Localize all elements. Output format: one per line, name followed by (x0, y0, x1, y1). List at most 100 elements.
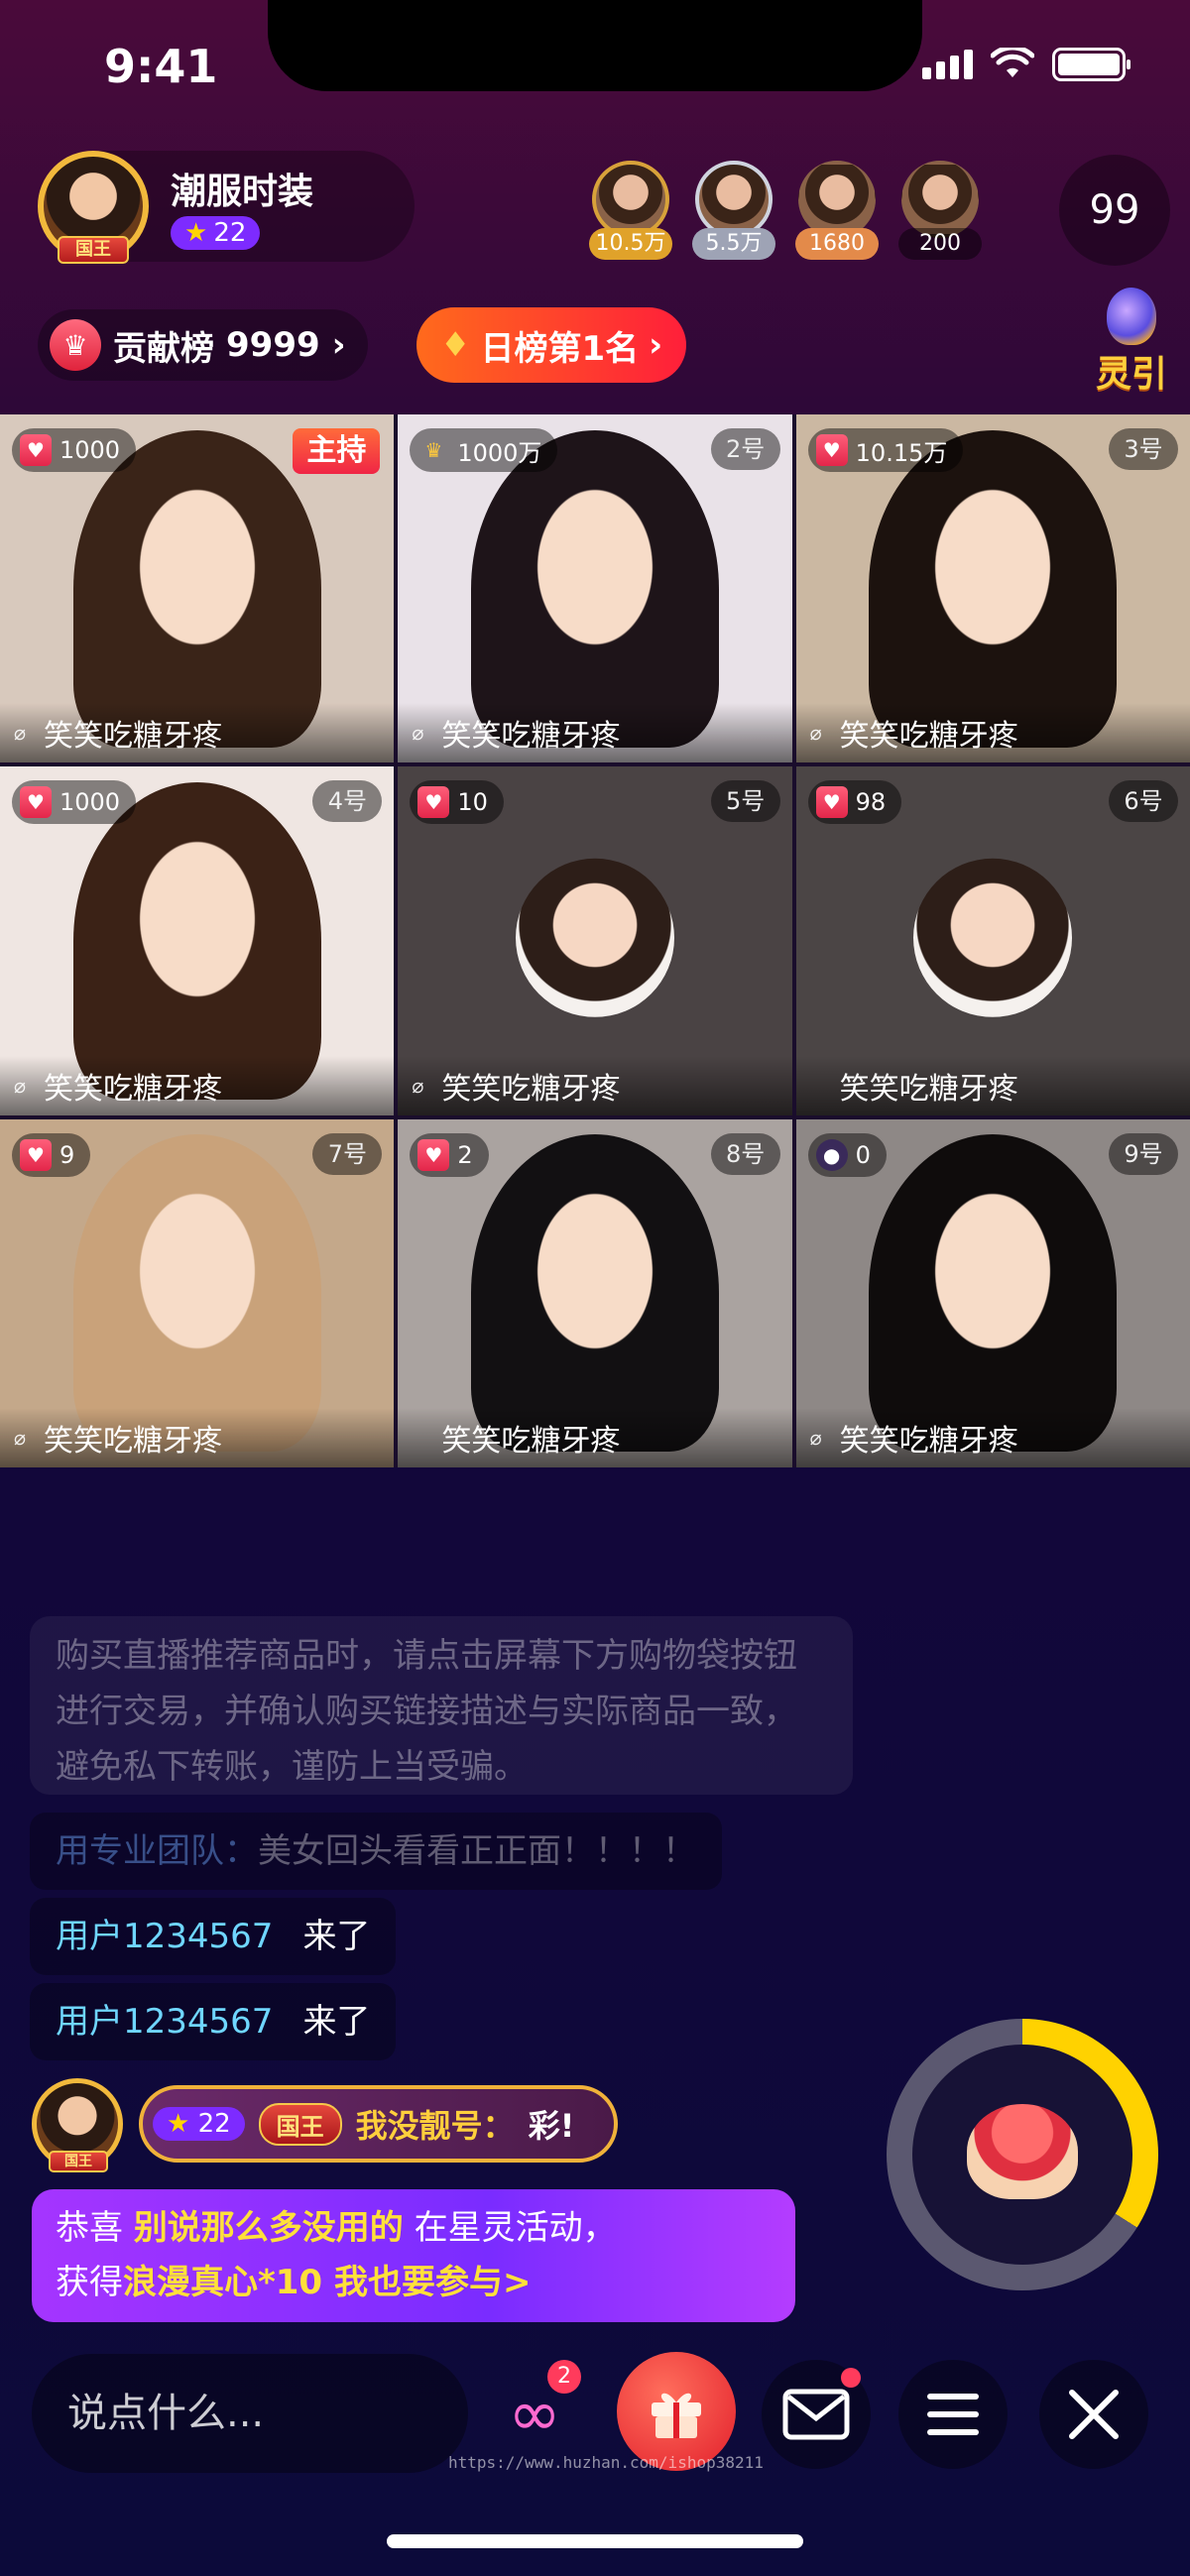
vip-avatar[interactable]: 国王 (32, 2078, 123, 2172)
chat-sender: 用户1234567 (56, 2002, 274, 2042)
seat-user-name: 笑笑吃糖牙疼 (441, 1424, 621, 1459)
lingyin-label: 灵引 (1095, 354, 1167, 395)
device-notch (268, 0, 922, 91)
chat-sender: 用户1234567 (56, 1917, 274, 1956)
congrats-line2-prefix: 获得 (56, 2263, 123, 2302)
seat-gift-value: 1000 (60, 788, 121, 817)
congrats-line-2: 获得浪漫真心*10 我也要参与> (56, 2256, 772, 2310)
star-icon: ★ (184, 218, 208, 248)
message-button[interactable] (762, 2360, 871, 2469)
chevron-right-icon: › (649, 325, 663, 365)
chat-notice: 购买直播推荐商品时，请点击屏幕下方购物袋按钮进行交易，并确认购买链接描述与实际商… (30, 1616, 853, 1795)
daily-rank-button[interactable]: ♦ 日榜第1名 › (416, 307, 687, 383)
host-name: 潮服时装 (171, 172, 314, 212)
seat-name-bar: ⌀ 笑笑吃糖牙疼 (0, 1408, 395, 1467)
seat-user-name: 笑笑吃糖牙疼 (44, 1071, 222, 1107)
host-card[interactable]: 国王 潮服时装 ★ 22 (38, 151, 415, 264)
seat-gift-count: ♥ 10 (410, 780, 504, 825)
seat-name-bar: ⌀ 笑笑吃糖牙疼 (398, 703, 792, 763)
mic-seat[interactable]: ♥ 1000 4号 ⌀ 笑笑吃糖牙疼 (0, 766, 395, 1115)
mic-seat[interactable]: ● 0 9号 ⌀ 笑笑吃糖牙疼 (795, 1118, 1190, 1467)
gift-icon (652, 2393, 701, 2438)
seat-gift-count: ♥ 1000 (12, 780, 137, 825)
link-badge: 2 (547, 2360, 581, 2394)
mic-seat[interactable]: ♥ 2 8号 笑笑吃糖牙疼 (398, 1118, 792, 1467)
vip-message[interactable]: 国王 ★ 22 国王 我没靓号： 彩! (32, 2078, 619, 2172)
seat-face (107, 1173, 287, 1392)
gift-icon: ♥ (20, 1138, 52, 1171)
mic-seat[interactable]: ♥ 10 5号 ⌀ 笑笑吃糖牙疼 (398, 766, 792, 1115)
host-title-badge: 国王 (58, 236, 129, 264)
contribution-rank-button[interactable]: ♛ 贡献榜 9999 › (38, 309, 368, 381)
close-icon (1069, 2390, 1119, 2439)
lucky-draw-progress[interactable] (887, 2019, 1158, 2290)
mic-muted-icon: ⌀ (412, 721, 424, 746)
chat-message[interactable]: 用专业团队：美女回头看看正正面！！！！ (30, 1813, 722, 1890)
mic-muted-icon: ⌀ (14, 721, 27, 746)
seat-face (903, 1173, 1083, 1392)
seat-number: 7号 (312, 1132, 383, 1175)
congrats-prefix: 恭喜 (56, 2208, 134, 2248)
viewer-avatar[interactable]: 10.5万 (585, 161, 676, 260)
mic-seat[interactable]: ♥ 10.15万 3号 ⌀ 笑笑吃糖牙疼 (795, 414, 1190, 763)
vip-king-badge: 国王 (258, 2102, 342, 2146)
chat-join-message[interactable]: 用户1234567 来了 (30, 1983, 397, 2060)
chat-join-message[interactable]: 用户1234567 来了 (30, 1898, 397, 1975)
flame-icon: ♦ (440, 325, 471, 365)
seat-gift-count: ♛ 1000万 (410, 428, 558, 472)
congrats-mid: 在星灵活动， (403, 2208, 617, 2248)
mic-muted-icon: ⌀ (14, 1426, 27, 1450)
seat-user-name: 笑笑吃糖牙疼 (441, 1071, 621, 1107)
seat-name-bar: 笑笑吃糖牙疼 (795, 1055, 1190, 1115)
top-viewers: 10.5万 5.5万 1680 200 (585, 161, 986, 260)
menu-icon (927, 2394, 979, 2435)
contribution-label: 贡献榜 (113, 328, 214, 369)
seat-gift-count: ♥ 2 (410, 1132, 489, 1177)
seat-face (505, 468, 684, 687)
seat-user-name: 笑笑吃糖牙疼 (839, 1424, 1018, 1459)
congrats-cta[interactable]: 我也要参与> (322, 2263, 532, 2302)
viewer-count-button[interactable]: 99 (1059, 155, 1170, 266)
mic-seat[interactable]: ♥ 98 6号 笑笑吃糖牙疼 (795, 766, 1190, 1115)
viewer-face (592, 161, 669, 238)
mic-muted-icon: ⌀ (412, 1073, 424, 1098)
chat-text: 来了 (302, 2002, 371, 2042)
vip-level: 22 (197, 2109, 231, 2139)
congrats-banner[interactable]: 恭喜 别说那么多没用的 在星灵活动， 获得浪漫真心*10 我也要参与> (32, 2189, 795, 2322)
seat-gift-value: 1000 (60, 436, 121, 464)
seat-face (107, 468, 287, 687)
home-indicator[interactable] (387, 2534, 803, 2548)
mic-seat[interactable]: ♥ 9 7号 ⌀ 笑笑吃糖牙疼 (0, 1118, 395, 1467)
congrats-line-1: 恭喜 别说那么多没用的 在星灵活动， (56, 2201, 772, 2256)
viewer-avatar[interactable]: 1680 (791, 161, 883, 260)
viewer-face (695, 161, 773, 238)
seat-grid: ♥ 1000 主持 ⌀ 笑笑吃糖牙疼 ♛ 1000万 2号 ⌀ 笑笑吃糖牙疼 ♥ 10.15万 3号 ⌀ 笑… (0, 414, 1190, 1467)
seat-name-bar: ⌀ 笑笑吃糖牙疼 (398, 1055, 792, 1115)
viewer-avatar[interactable]: 200 (894, 161, 986, 260)
gift-icon: ♥ (20, 786, 52, 819)
star-icon: ★ (167, 2109, 190, 2139)
crown-icon: ♛ (50, 319, 101, 371)
mic-muted-icon: ⌀ (809, 721, 822, 746)
mascot-icon (967, 2104, 1078, 2199)
status-icons (922, 48, 1130, 81)
gift-icon: ♥ (815, 434, 848, 466)
vip-level-badge: ★ 22 (153, 2107, 245, 2141)
close-button[interactable] (1039, 2360, 1148, 2469)
seat-face (903, 468, 1083, 687)
seat-user-name: 笑笑吃糖牙疼 (441, 719, 621, 755)
lingyin-entry[interactable]: 灵引 (1087, 288, 1176, 397)
congrats-user: 别说那么多没用的 (133, 2208, 404, 2248)
mic-seat[interactable]: ♛ 1000万 2号 ⌀ 笑笑吃糖牙疼 (398, 414, 792, 763)
chat-input[interactable]: 说点什么... (32, 2354, 468, 2473)
viewer-score: 10.5万 (589, 228, 672, 260)
seat-number: 3号 (1109, 428, 1178, 470)
seat-gift-value: 10.15万 (855, 438, 948, 467)
vip-nickname: 我没靓号： (355, 2107, 515, 2145)
seat-gift-value: 10 (457, 788, 488, 817)
viewer-avatar[interactable]: 5.5万 (688, 161, 779, 260)
mic-seat[interactable]: ♥ 1000 主持 ⌀ 笑笑吃糖牙疼 (0, 414, 395, 763)
menu-button[interactable] (898, 2360, 1008, 2469)
battery-icon (1052, 48, 1130, 81)
viewer-score: 5.5万 (692, 228, 775, 260)
